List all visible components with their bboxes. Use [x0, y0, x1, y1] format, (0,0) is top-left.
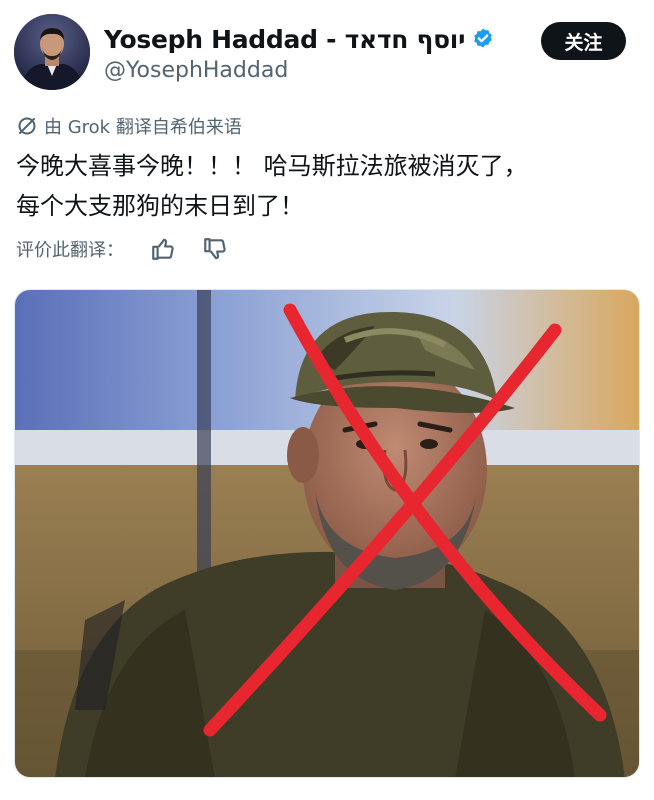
- tweet-text: 今晚大喜事今晚！！！ 哈马斯拉法旅被消灭了， 每个大支那狗的末日到了！: [16, 146, 636, 226]
- translation-note-text: 由 Grok 翻译自希伯来语: [44, 117, 242, 138]
- thumbs-down-icon[interactable]: [202, 236, 228, 262]
- tweet-text-line: 每个大支那狗的末日到了！: [16, 192, 304, 220]
- author-name-line: Yoseph Haddad - יוסף חדאד: [104, 22, 495, 56]
- tweet-text-line: 今晚大喜事今晚！！！ 哈马斯拉法旅被消灭了，: [16, 152, 528, 180]
- avatar[interactable]: [14, 14, 90, 90]
- photo-image: [15, 290, 639, 777]
- tweet-media-photo[interactable]: [14, 289, 640, 778]
- rate-translation-row: 评价此翻译：: [16, 236, 228, 262]
- translate-icon: [16, 115, 38, 137]
- follow-button[interactable]: 关注: [541, 22, 626, 60]
- author-handle[interactable]: @YosephHaddad: [104, 58, 495, 83]
- avatar-image: [14, 14, 90, 90]
- tweet-post: Yoseph Haddad - יוסף חדאד @YosephHaddad …: [0, 0, 654, 800]
- rate-translation-label: 评价此翻译：: [16, 240, 124, 261]
- verified-badge-icon: [471, 27, 495, 51]
- thumbs-up-icon[interactable]: [150, 236, 176, 262]
- translation-note: 由 Grok 翻译自希伯来语: [16, 113, 242, 139]
- display-name[interactable]: Yoseph Haddad - יוסף חדאד: [104, 25, 465, 54]
- author-block: Yoseph Haddad - יוסף חדאד @YosephHaddad: [104, 22, 495, 83]
